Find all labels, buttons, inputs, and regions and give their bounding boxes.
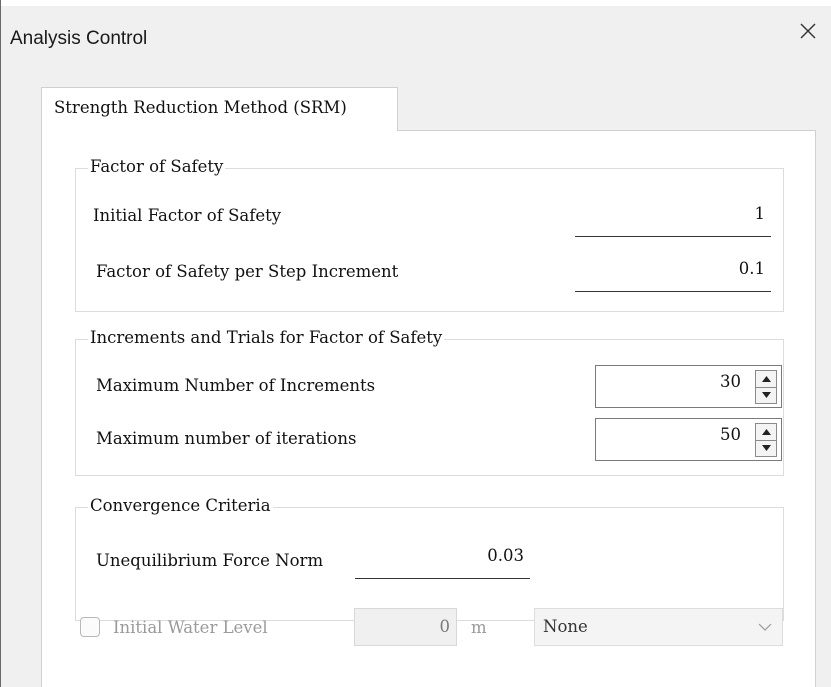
fos-increment-label: Factor of Safety per Step Increment: [96, 262, 399, 281]
factor-of-safety-legend: Factor of Safety: [88, 157, 226, 176]
initial-water-level-checkbox[interactable]: [80, 617, 100, 637]
fos-increment-field[interactable]: 0.1: [575, 252, 771, 292]
force-norm-field[interactable]: 0.03: [355, 539, 530, 579]
close-button[interactable]: [785, 6, 831, 56]
triangle-up-icon: [761, 375, 771, 382]
initial-factor-field[interactable]: 1: [575, 197, 771, 237]
water-level-combo[interactable]: None: [534, 608, 783, 646]
convergence-legend: Convergence Criteria: [88, 496, 273, 515]
max-increments-stepper[interactable]: 30: [595, 365, 782, 408]
tab-srm-label: Strength Reduction Method (SRM): [54, 98, 347, 117]
triangle-up-icon: [761, 428, 771, 435]
max-increments-down-button[interactable]: [755, 386, 777, 404]
water-level-unit: m: [471, 618, 487, 637]
max-iterations-label: Maximum number of iterations: [96, 429, 357, 448]
max-iterations-up-button[interactable]: [755, 423, 777, 440]
water-level-field[interactable]: 0: [354, 608, 457, 646]
force-norm-label: Unequilibrium Force Norm: [96, 551, 324, 570]
analysis-control-dialog: Analysis Control Strength Reduction Meth…: [0, 0, 831, 687]
initial-factor-label: Initial Factor of Safety: [93, 206, 282, 225]
chevron-down-icon: [758, 623, 772, 631]
max-iterations-stepper[interactable]: 50: [595, 418, 782, 461]
dialog-title: Analysis Control: [10, 28, 148, 49]
title-bar: Analysis Control: [1, 6, 831, 68]
close-icon: [800, 23, 816, 39]
triangle-down-icon: [761, 392, 771, 399]
tab-srm[interactable]: Strength Reduction Method (SRM): [41, 87, 398, 131]
tab-panel-srm: Factor of Safety Initial Factor of Safet…: [41, 130, 816, 687]
triangle-down-icon: [761, 445, 771, 452]
increments-legend: Increments and Trials for Factor of Safe…: [88, 328, 445, 347]
max-increments-label: Maximum Number of Increments: [96, 376, 376, 395]
max-iterations-down-button[interactable]: [755, 439, 777, 457]
max-increments-up-button[interactable]: [755, 370, 777, 387]
initial-water-level-label: Initial Water Level: [113, 618, 268, 637]
